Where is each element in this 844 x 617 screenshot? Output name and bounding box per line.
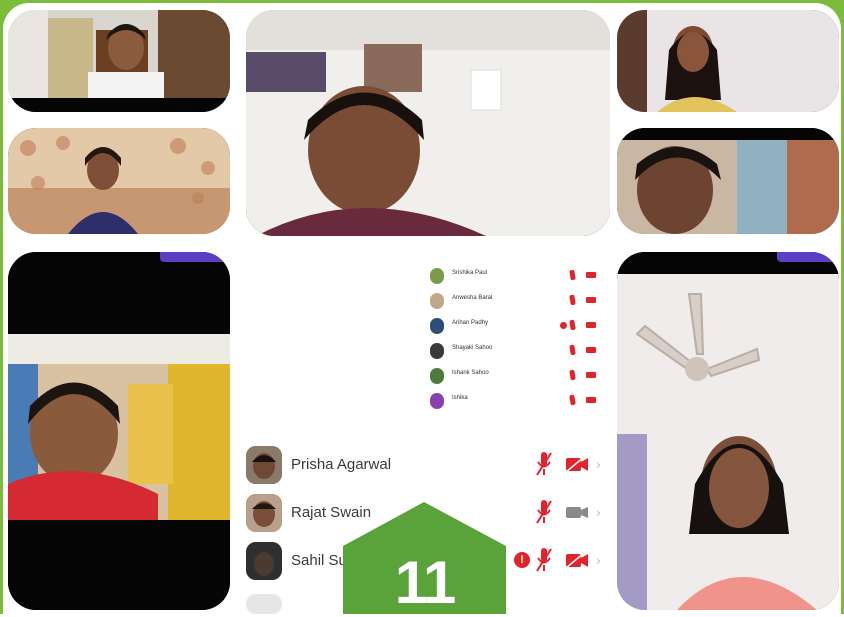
participant-name: Ishank Sahoo [452,370,489,376]
video-tile-2[interactable] [8,128,230,234]
alert-icon: ! [514,552,530,568]
camera-off-icon[interactable] [566,553,588,568]
camera-off-icon[interactable] [586,272,596,278]
participant-video [617,274,839,610]
camera-off-icon[interactable] [566,457,588,472]
participant-video [8,10,230,100]
camera-off-icon[interactable] [586,397,596,403]
video-tile-4[interactable] [617,10,839,112]
avatar [430,268,444,284]
avatar [430,368,444,384]
avatar [246,542,282,580]
chevron-right-icon[interactable]: › [596,504,601,520]
participant-video [617,10,839,112]
avatar [430,343,444,359]
screen-share-tab [160,252,230,262]
video-tile-3[interactable] [246,10,610,236]
mic-muted-icon[interactable] [536,499,552,525]
mic-muted-icon[interactable] [536,547,552,573]
video-letterbox [8,252,230,334]
alert-icon [560,322,567,329]
participant-row[interactable]: Prisha Agarwal › [246,442,612,490]
participant-video [8,128,230,234]
mini-participant-row[interactable]: Anwesha Baral [430,289,610,314]
camera-off-icon[interactable] [586,297,596,303]
video-letterbox [617,128,839,140]
mic-muted-icon[interactable] [569,269,576,281]
video-tile-8[interactable] [617,252,839,610]
participant-name: Srishika Paul [452,270,488,276]
participant-name: Shayaki Sahoo [452,345,493,351]
camera-icon[interactable] [566,505,588,520]
participant-video [246,10,610,236]
video-tile-1[interactable] [8,10,230,112]
screen-share-tab [777,252,839,262]
mic-muted-icon[interactable] [569,394,576,406]
mini-participant-row[interactable]: Arihan Padhy [430,314,610,339]
avatar [246,494,282,532]
camera-off-icon[interactable] [586,372,596,378]
mic-muted-icon[interactable] [569,319,576,331]
video-letterbox [8,520,230,610]
participant-name: Ishika [452,395,468,401]
participant-name: Prisha Agarwal [291,456,392,473]
participant-name: Anwesha Baral [452,295,493,301]
mini-participant-row[interactable]: Shayaki Sahoo [430,339,610,364]
avatar [246,594,282,614]
mini-participant-row[interactable]: Ishika [430,389,610,414]
camera-off-icon[interactable] [586,347,596,353]
mic-muted-icon[interactable] [536,451,552,477]
mic-muted-icon[interactable] [569,294,576,306]
mini-participant-row[interactable]: Ishank Sahoo [430,364,610,389]
participant-name: Sahil Su [291,552,347,569]
mini-participant-row[interactable]: Srishika Paul [430,264,610,289]
page-number: 11 [394,549,456,616]
video-letterbox [8,98,230,112]
participant-video [8,334,230,520]
video-tile-6[interactable] [8,252,230,610]
participant-video [617,140,839,234]
chevron-right-icon[interactable]: › [596,456,601,472]
mic-muted-icon[interactable] [569,369,576,381]
avatar [246,446,282,484]
avatar [430,293,444,309]
participant-mini-list: Srishika Paul Anwesha Baral Arihan Padhy… [430,264,610,414]
avatar [430,318,444,334]
camera-off-icon[interactable] [586,322,596,328]
video-tile-5[interactable] [617,128,839,234]
participant-name: Arihan Padhy [452,320,489,326]
chevron-right-icon[interactable]: › [596,552,601,568]
mic-muted-icon[interactable] [569,344,576,356]
avatar [430,393,444,409]
